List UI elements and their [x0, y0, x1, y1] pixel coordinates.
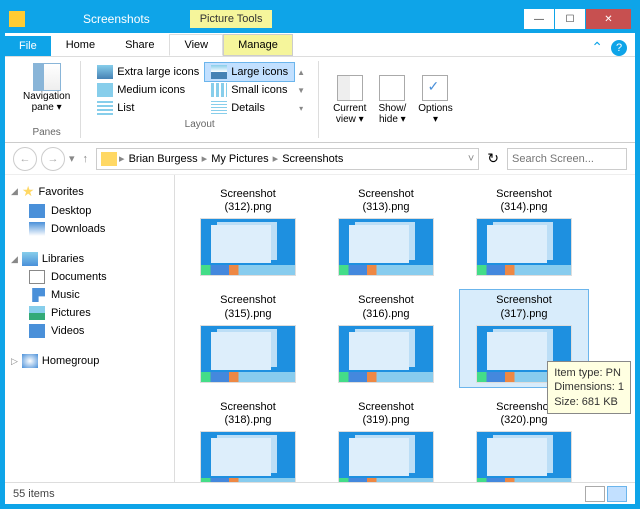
explorer-window: Screenshots Picture Tools — ☐ ✕ File Hom… [4, 4, 636, 505]
file-label: Screenshot(313).png [358, 188, 414, 214]
music-icon [29, 288, 45, 302]
file-preview [338, 325, 434, 383]
file-thumbnail[interactable]: Screenshot(316).png [321, 289, 451, 387]
current-view-icon [337, 75, 363, 101]
tab-home[interactable]: Home [51, 34, 110, 56]
sidebar-libraries[interactable]: ◢Libraries [9, 250, 170, 268]
layout-options: Extra large icons Large icons ▲ Medium i… [89, 61, 310, 119]
file-label: Screenshot(318).png [220, 401, 276, 427]
collapse-ribbon-icon[interactable]: ⌃ [591, 39, 603, 56]
file-label: Screenshot(314).png [496, 188, 552, 214]
layout-extra-large-icons[interactable]: Extra large icons [91, 63, 205, 81]
file-thumbnail[interactable]: Screenshot(319).png [321, 396, 451, 482]
folder-icon [9, 11, 25, 27]
maximize-button[interactable]: ☐ [555, 9, 585, 29]
file-thumbnail[interactable]: Screenshot(318).png [183, 396, 313, 482]
history-dropdown-icon[interactable]: ▾ [69, 152, 75, 165]
panes-group-label: Panes [32, 127, 60, 138]
videos-icon [29, 324, 45, 338]
sidebar-music[interactable]: Music [9, 286, 170, 304]
minimize-button[interactable]: — [524, 9, 554, 29]
help-icon[interactable]: ? [611, 40, 627, 56]
star-icon: ★ [22, 183, 35, 200]
sidebar-videos[interactable]: Videos [9, 322, 170, 340]
file-label: Screenshot(320).png [496, 401, 552, 427]
item-count: 55 items [13, 488, 55, 500]
file-list[interactable]: Screenshot(312).png Screenshot(313).png Sc… [175, 175, 635, 482]
sidebar-desktop[interactable]: Desktop [9, 202, 170, 220]
thumbnails-view-button[interactable] [607, 486, 627, 502]
file-label: Screenshot(319).png [358, 401, 414, 427]
sidebar-downloads[interactable]: Downloads [9, 220, 170, 238]
search-input[interactable] [507, 148, 627, 170]
file-preview [200, 431, 296, 482]
layout-details[interactable]: Details [205, 99, 294, 117]
show-hide-button[interactable]: Show/ hide ▾ [372, 73, 412, 127]
options-button[interactable]: Options ▾ [412, 73, 458, 127]
file-thumbnail[interactable]: Screenshot(313).png [321, 183, 451, 281]
address-bar: ← → ▾ ↑ ▸ Brian Burgess ▸ My Pictures ▸ … [5, 143, 635, 175]
file-preview [476, 218, 572, 276]
navigation-pane-icon [33, 63, 61, 91]
tab-manage[interactable]: Manage [223, 34, 293, 56]
file-preview [476, 431, 572, 482]
folder-icon [101, 152, 117, 166]
documents-icon [29, 270, 45, 284]
pictures-icon [29, 306, 45, 320]
file-thumbnail[interactable]: Screenshot(314).png [459, 183, 589, 281]
tab-view[interactable]: View [169, 34, 223, 56]
tab-share[interactable]: Share [110, 34, 169, 56]
crumb-dropdown-icon[interactable]: ˅ [468, 153, 474, 165]
refresh-button[interactable]: ↻ [483, 150, 503, 167]
options-icon [422, 75, 448, 101]
libraries-icon [22, 252, 38, 266]
file-label: Screenshot(312).png [220, 188, 276, 214]
scroll-down-icon[interactable]: ▼ [294, 86, 308, 95]
ribbon: Navigation pane ▾ Panes Extra large icon… [5, 57, 635, 143]
sidebar-pictures[interactable]: Pictures [9, 304, 170, 322]
sidebar-documents[interactable]: Documents [9, 268, 170, 286]
file-preview [200, 218, 296, 276]
scroll-more-icon[interactable]: ▾ [294, 104, 308, 113]
crumb-screenshots[interactable]: Screenshots [280, 153, 345, 165]
back-button[interactable]: ← [13, 147, 37, 171]
titlebar[interactable]: Screenshots Picture Tools — ☐ ✕ [5, 5, 635, 33]
layout-small-icons[interactable]: Small icons [205, 81, 294, 99]
scroll-up-icon[interactable]: ▲ [294, 68, 308, 77]
picture-tools-tab[interactable]: Picture Tools [190, 10, 273, 28]
file-preview [338, 218, 434, 276]
status-bar: 55 items [5, 482, 635, 504]
sidebar-favorites[interactable]: ◢★Favorites [9, 181, 170, 202]
tab-file[interactable]: File [5, 36, 51, 56]
ribbon-tabs: File Home Share View Manage ⌃ ? [5, 33, 635, 57]
file-thumbnail[interactable]: Screenshot(312).png [183, 183, 313, 281]
forward-button[interactable]: → [41, 147, 65, 171]
file-label: Screenshot(316).png [358, 294, 414, 320]
layout-group-label: Layout [185, 119, 215, 130]
breadcrumb[interactable]: ▸ Brian Burgess ▸ My Pictures ▸ Screensh… [96, 148, 479, 170]
window-title: Screenshots [83, 12, 150, 26]
layout-list[interactable]: List [91, 99, 205, 117]
sidebar-homegroup[interactable]: ▷Homegroup [9, 352, 170, 370]
file-thumbnail[interactable]: Screenshot(315).png [183, 289, 313, 387]
show-hide-icon [379, 75, 405, 101]
layout-large-icons[interactable]: Large icons [205, 63, 294, 81]
downloads-icon [29, 222, 45, 236]
desktop-icon [29, 204, 45, 218]
navigation-sidebar: ◢★Favorites Desktop Downloads ◢Libraries… [5, 175, 175, 482]
layout-medium-icons[interactable]: Medium icons [91, 81, 205, 99]
crumb-user[interactable]: Brian Burgess [127, 153, 200, 165]
details-view-button[interactable] [585, 486, 605, 502]
file-preview [200, 325, 296, 383]
file-preview [338, 431, 434, 482]
file-label: Screenshot(315).png [220, 294, 276, 320]
homegroup-icon [22, 354, 38, 368]
current-view-button[interactable]: Current view ▾ [327, 73, 372, 127]
file-tooltip: Item type: PN Dimensions: 1 Size: 681 KB [547, 361, 631, 414]
file-label: Screenshot(317).png [496, 294, 552, 320]
crumb-pictures[interactable]: My Pictures [209, 153, 270, 165]
close-button[interactable]: ✕ [586, 9, 631, 29]
navigation-pane-button[interactable]: Navigation pane ▾ [21, 61, 72, 115]
up-button[interactable]: ↑ [79, 153, 93, 165]
